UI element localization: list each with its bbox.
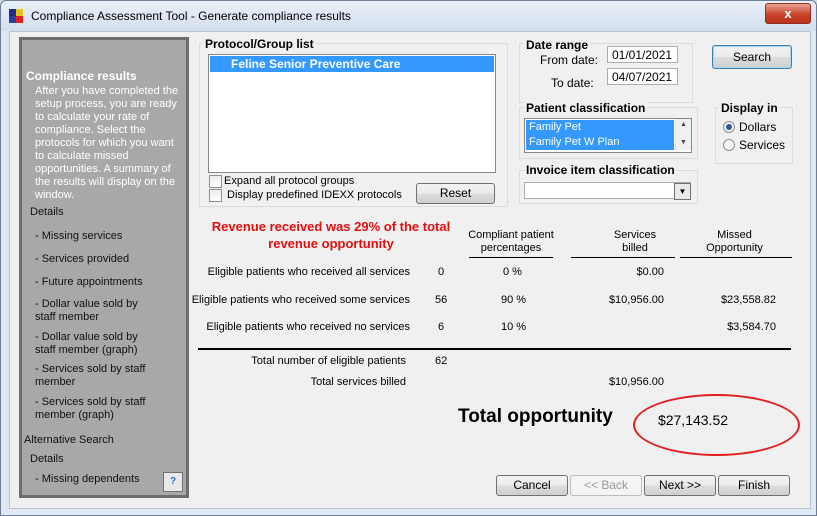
scroll-up-icon[interactable]: ▲: [680, 121, 687, 128]
alternative-search-heading: Alternative Search: [24, 434, 114, 446]
col-compliant-pct: Compliant patient percentages: [468, 229, 554, 254]
row-label: Eligible patients who received some serv…: [191, 294, 410, 306]
invoice-select[interactable]: [524, 182, 691, 199]
from-date-input[interactable]: 01/01/2021: [607, 46, 678, 63]
col-underline-3: [680, 257, 792, 258]
nav-missing-services[interactable]: - Missing services: [35, 230, 180, 243]
patient-class-item-family-pet-w-plan[interactable]: Family Pet W Plan: [526, 135, 674, 150]
display-in-group: [715, 107, 793, 164]
total-opportunity-label: Total opportunity: [458, 406, 613, 427]
to-date-label: To date:: [551, 76, 594, 90]
nav-future-appointments[interactable]: - Future appointments: [35, 276, 180, 289]
protocol-group-label: Protocol/Group list: [203, 37, 316, 51]
row-missed: $23,558.82: [720, 294, 776, 306]
app-window: Compliance Assessment Tool - Generate co…: [0, 0, 817, 516]
back-button[interactable]: << Back: [570, 475, 642, 496]
chevron-down-icon[interactable]: ▼: [674, 183, 691, 200]
services-label: Services: [739, 138, 786, 152]
row-pct: 0 %: [503, 266, 522, 278]
nav-services-sold-staff-graph[interactable]: - Services sold by staff member (graph): [35, 396, 160, 422]
total-patients-value: 62: [435, 355, 448, 367]
total-patients-label: Total number of eligible patients: [251, 355, 406, 367]
title-bar[interactable]: Compliance Assessment Tool - Generate co…: [1, 1, 816, 31]
row-missed: $3,584.70: [727, 321, 776, 333]
row-pct: 10 %: [501, 321, 527, 333]
patient-class-label: Patient classification: [524, 101, 648, 115]
display-in-label: Display in: [719, 101, 780, 115]
details-heading: Details: [30, 206, 64, 218]
patient-class-scrollbar[interactable]: ▲ ▼: [675, 119, 691, 150]
nav-missing-dependents[interactable]: - Missing dependents: [35, 473, 140, 486]
row-count: 56: [435, 294, 448, 306]
protocol-item-label: Feline Senior Preventive Care: [231, 57, 401, 71]
revenue-message: Revenue received was 29% of the total re…: [211, 219, 451, 251]
row-billed: $10,956.00: [608, 294, 664, 306]
protocol-listbox[interactable]: Feline Senior Preventive Care: [208, 54, 496, 173]
col-underline-2: [571, 257, 675, 258]
panel-description: After you have completed the setup proce…: [35, 85, 179, 201]
from-date-label: From date:: [540, 53, 599, 67]
help-icon[interactable]: ?: [163, 472, 183, 492]
row-count: 6: [438, 321, 445, 333]
details-heading-2: Details: [30, 453, 64, 465]
total-billed-value: $10,956.00: [608, 376, 664, 388]
row-label: Eligible patients who received all servi…: [207, 266, 410, 278]
left-navigation-panel: Compliance results After you have comple…: [19, 37, 189, 498]
window-title: Compliance Assessment Tool - Generate co…: [31, 9, 351, 23]
idexx-protocols-label: Display predefined IDEXX protocols: [227, 189, 402, 201]
patient-class-listbox[interactable]: Family Pet Family Pet W Plan ▲ ▼: [524, 118, 692, 153]
search-button[interactable]: Search: [712, 45, 792, 69]
dollars-radio[interactable]: [723, 121, 735, 133]
total-billed-label: Total services billed: [310, 376, 406, 388]
scroll-down-icon[interactable]: ▼: [680, 139, 687, 146]
nav-dollar-value-staff[interactable]: - Dollar value sold by staff member: [35, 298, 160, 324]
main-content: Compliance results After you have comple…: [9, 31, 811, 509]
to-date-input[interactable]: 04/07/2021: [607, 68, 678, 85]
summary-divider: [198, 348, 791, 350]
row-label: Eligible patients who received no servic…: [206, 321, 410, 333]
row-count: 0: [438, 266, 445, 278]
idexx-protocols-checkbox[interactable]: [209, 189, 222, 202]
row-pct: 90 %: [501, 294, 527, 306]
protocol-item[interactable]: Feline Senior Preventive Care: [210, 56, 494, 72]
reset-button[interactable]: Reset: [416, 183, 495, 204]
panel-heading: Compliance results: [26, 69, 137, 83]
finish-button[interactable]: Finish: [718, 475, 790, 496]
expand-groups-checkbox[interactable]: [209, 175, 222, 188]
nav-dollar-value-staff-graph[interactable]: - Dollar value sold by staff member (gra…: [35, 331, 160, 357]
next-button[interactable]: Next >>: [644, 475, 716, 496]
col-underline-1: [469, 257, 553, 258]
expand-groups-label: Expand all protocol groups: [224, 175, 355, 187]
col-missed-opportunity: Missed Opportunity: [706, 229, 763, 254]
cancel-button[interactable]: Cancel: [496, 475, 568, 496]
patient-class-item-family-pet[interactable]: Family Pet: [526, 120, 674, 135]
invoice-label: Invoice item classification: [524, 163, 677, 177]
row-billed: $0.00: [636, 266, 664, 278]
nav-services-sold-staff[interactable]: - Services sold by staff member: [35, 363, 160, 389]
services-radio[interactable]: [723, 139, 735, 151]
date-range-label: Date range: [524, 38, 591, 52]
col-services-billed: Services billed: [613, 229, 657, 254]
dollars-label: Dollars: [739, 120, 777, 134]
close-button[interactable]: x: [765, 3, 811, 24]
app-icon: [9, 9, 23, 23]
nav-services-provided[interactable]: - Services provided: [35, 253, 180, 266]
total-opportunity-value: $27,143.52: [657, 412, 729, 428]
